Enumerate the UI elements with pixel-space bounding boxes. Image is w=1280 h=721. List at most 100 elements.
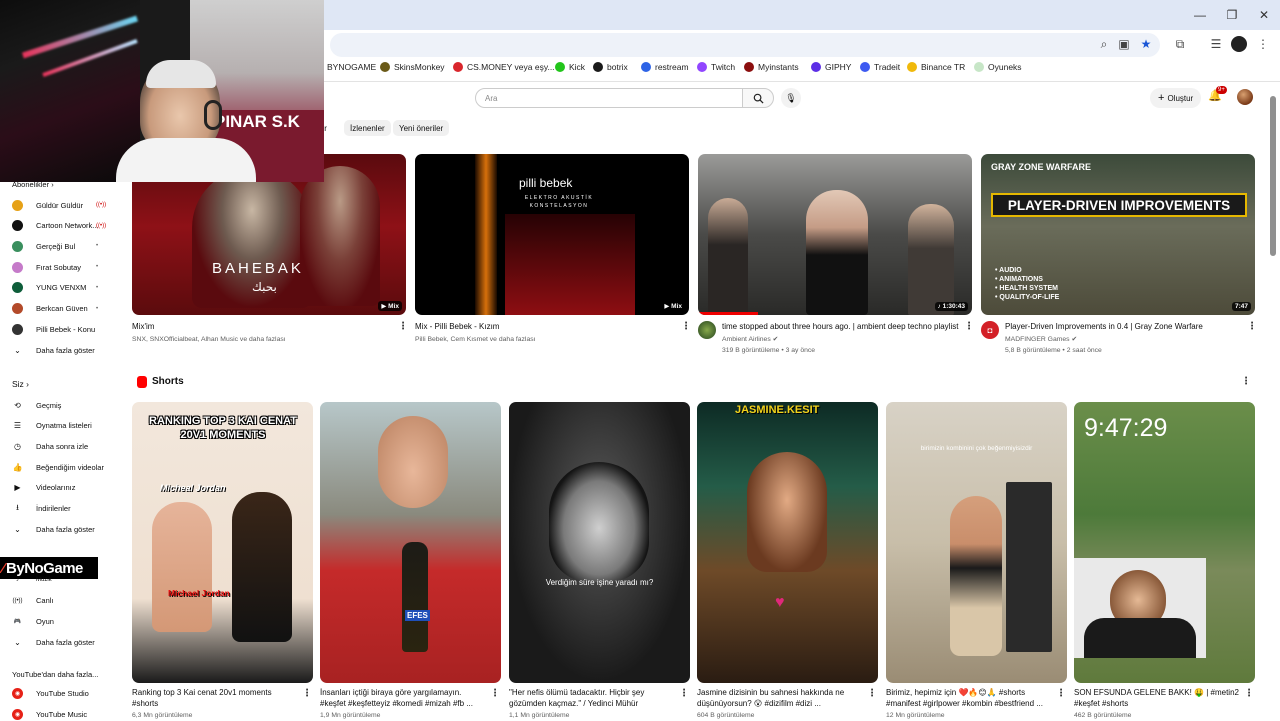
profile-icon[interactable] [1231,36,1247,52]
reading-list-icon[interactable]: ☰ [1208,36,1224,52]
bookmark-item[interactable]: Oyuneks [974,62,1022,72]
bookmark-item[interactable]: Tradeit [860,62,900,72]
short-title[interactable]: Birimiz, hepimiz için ❤️🔥😊🙏 #shorts #man… [886,687,1051,709]
subscription-item[interactable]: YUNG VENXM • [12,281,98,295]
subscription-label: YUNG VENXM [36,283,87,293]
bookmark-star-icon[interactable]: ★ [1138,36,1154,52]
restore-button[interactable]: ❐ [1216,0,1248,30]
subscription-item[interactable]: Berkcan Güven • [12,302,98,316]
short-title[interactable]: Ranking top 3 Kai cenat 20v1 moments #sh… [132,687,297,709]
video-channel[interactable]: Ambient Airlines ✔ [722,335,778,343]
you-item-icon: ☰ [13,421,22,431]
close-button[interactable]: ✕ [1248,0,1280,30]
video-thumbnail[interactable]: pilli bebek ELEKTRO AKUSTİK KONSTELASYON… [415,154,689,315]
short-thumbnail[interactable]: EFES [320,402,501,683]
subscription-item[interactable]: Gerçeği Bul • [12,239,98,253]
channel-avatar[interactable]: ◘ [981,321,999,339]
show-more-label: Daha fazla göster [36,524,95,534]
watch-progress-bar [698,312,758,315]
shorts-more-menu-icon[interactable]: ⋮ [1241,376,1251,387]
create-button[interactable]: + Oluştur [1150,88,1202,108]
video-channel[interactable]: MADFINGER Games ✔ [1005,335,1077,343]
user-avatar[interactable] [1237,89,1253,105]
you-item[interactable]: ⟲ Geçmiş [12,398,61,412]
cast-icon[interactable]: ▣ [1116,36,1132,52]
bookmark-item[interactable]: Myinstants [744,62,799,72]
short-title[interactable]: SON EFSUNDA GELENE BAKK! 🤑 | #metin2 #ke… [1074,687,1239,709]
subscription-item[interactable]: Güldür Güldür ((•)) [12,198,106,212]
bookmark-item[interactable]: Binance TR [907,62,965,72]
you-item-label: Beğendiğim videolar [36,462,104,472]
short-more-menu-icon[interactable]: ⋮ [679,688,689,699]
explore-item[interactable]: 🎮 Oyun [12,614,54,628]
plus-icon: + [1158,92,1165,104]
bookmark-item[interactable]: botrix [593,62,628,72]
bookmark-item[interactable]: GIPHY [811,62,851,72]
voice-search-button[interactable]: 🎙 [781,88,801,108]
address-bar[interactable] [330,33,1160,57]
explore-item[interactable]: ♪ Müzik [12,573,52,587]
short-thumbnail[interactable]: RANKING TOP 3 KAI CENAT 20V1 MOMENTS Mic… [132,402,313,683]
short-thumbnail[interactable]: Verdiğim süre işine yaradı mı? [509,402,690,683]
explore-item[interactable]: ((•)) Canlı [12,594,53,608]
bookmark-item[interactable]: BYNOGAME [327,62,376,72]
thumbnail-subtitle-text: ELEKTRO AKUSTİK KONSTELASYON [524,195,594,209]
video-title[interactable]: Mix'im [132,322,392,331]
subscription-item[interactable]: Cartoon Network... ((•)) [12,219,106,233]
subscription-item[interactable]: Fırat Sobutay • [12,260,98,274]
video-title[interactable]: Player-Driven Improvements in 0.4 | Gray… [1005,322,1245,331]
short-more-menu-icon[interactable]: ⋮ [1056,688,1066,699]
short-thumbnail[interactable]: JASMINE.KESIT ♥ [697,402,878,683]
video-more-menu-icon[interactable]: ⋮ [681,321,691,332]
video-more-menu-icon[interactable]: ⋮ [398,321,408,332]
thumbnail-curtain-light [475,154,497,315]
bookmark-item[interactable]: CS.MONEY veya eşy... [453,62,555,72]
video-more-menu-icon[interactable]: ⋮ [964,321,974,332]
you-heading[interactable]: Siz › [12,379,29,389]
bookmark-item[interactable]: Kick [555,62,585,72]
bookmark-item[interactable]: SkinsMonkey [380,62,445,72]
show-more-subscriptions[interactable]: ⌄ Daha fazla göster [12,343,95,357]
short-overlay-clock: 9:47:29 [1084,414,1168,442]
you-item[interactable]: ⭳ İndirilenler [12,502,71,516]
bookmark-item[interactable]: restream [641,62,689,72]
video-thumbnail[interactable]: ♪ 1:30:43 [698,154,972,315]
chip-watched[interactable]: İzlenenler [344,120,391,136]
show-more-explore[interactable]: ⌄ Daha fazla göster [12,635,95,649]
short-bottle [402,542,428,652]
search-button[interactable] [742,88,774,108]
video-title[interactable]: Mix - Pilli Bebek - Kızım [415,322,675,331]
minimize-button[interactable]: — [1184,0,1216,30]
short-thumbnail[interactable]: 9:47:29 [1074,402,1255,683]
channel-avatar[interactable] [698,321,716,339]
zoom-icon[interactable]: ⌕ [1096,36,1112,52]
youtube-music-link[interactable]: ◉ YouTube Music [12,707,87,721]
you-item[interactable]: ☰ Oynatma listeleri [12,419,92,433]
bookmark-item[interactable]: Twitch [697,62,735,72]
page-scrollbar-thumb[interactable] [1270,96,1276,256]
subscription-item[interactable]: Pilli Bebek - Konu [12,322,95,336]
short-more-menu-icon[interactable]: ⋮ [490,688,500,699]
video-more-menu-icon[interactable]: ⋮ [1247,321,1257,332]
you-item-icon: ▶ [14,483,21,493]
video-channels[interactable]: SNX, SNXOfficialbeat, Alhan Music ve dah… [132,336,286,343]
short-more-menu-icon[interactable]: ⋮ [302,688,312,699]
you-item[interactable]: ▶ Videolarınız [12,481,75,495]
short-thumbnail[interactable]: birimizin kombinini çok beğenmiyisizdir [886,402,1067,683]
video-thumbnail[interactable]: GRAY ZONE WARFARE PLAYER-DRIVEN IMPROVEM… [981,154,1255,315]
short-more-menu-icon[interactable]: ⋮ [1244,688,1254,699]
short-title[interactable]: Jasmine dizisinin bu sahnesi hakkında ne… [697,687,862,709]
menu-icon[interactable]: ⋮ [1255,36,1271,52]
youtube-studio-link[interactable]: ◉ YouTube Studio [12,686,89,700]
video-channels[interactable]: Pilli Bebek, Cem Kısmet ve daha fazlası [415,336,536,343]
you-item[interactable]: 👍 Beğendiğim videolar [12,460,104,474]
short-title[interactable]: İnsanları içtiği biraya göre yargılamayı… [320,687,485,709]
short-title[interactable]: "Her nefis ölümü tadacaktır. Hiçbir şey … [509,687,674,709]
video-title[interactable]: time stopped about three hours ago. | am… [722,322,962,331]
search-input[interactable]: Ara [475,88,743,108]
you-item[interactable]: ◷ Daha sonra izle [12,439,88,453]
show-more-you[interactable]: ⌄ Daha fazla göster [12,522,95,536]
extensions-icon[interactable]: ⧉ [1172,36,1188,52]
chip-new-recommendations[interactable]: Yeni öneriler [393,120,450,136]
short-more-menu-icon[interactable]: ⋮ [867,688,877,699]
